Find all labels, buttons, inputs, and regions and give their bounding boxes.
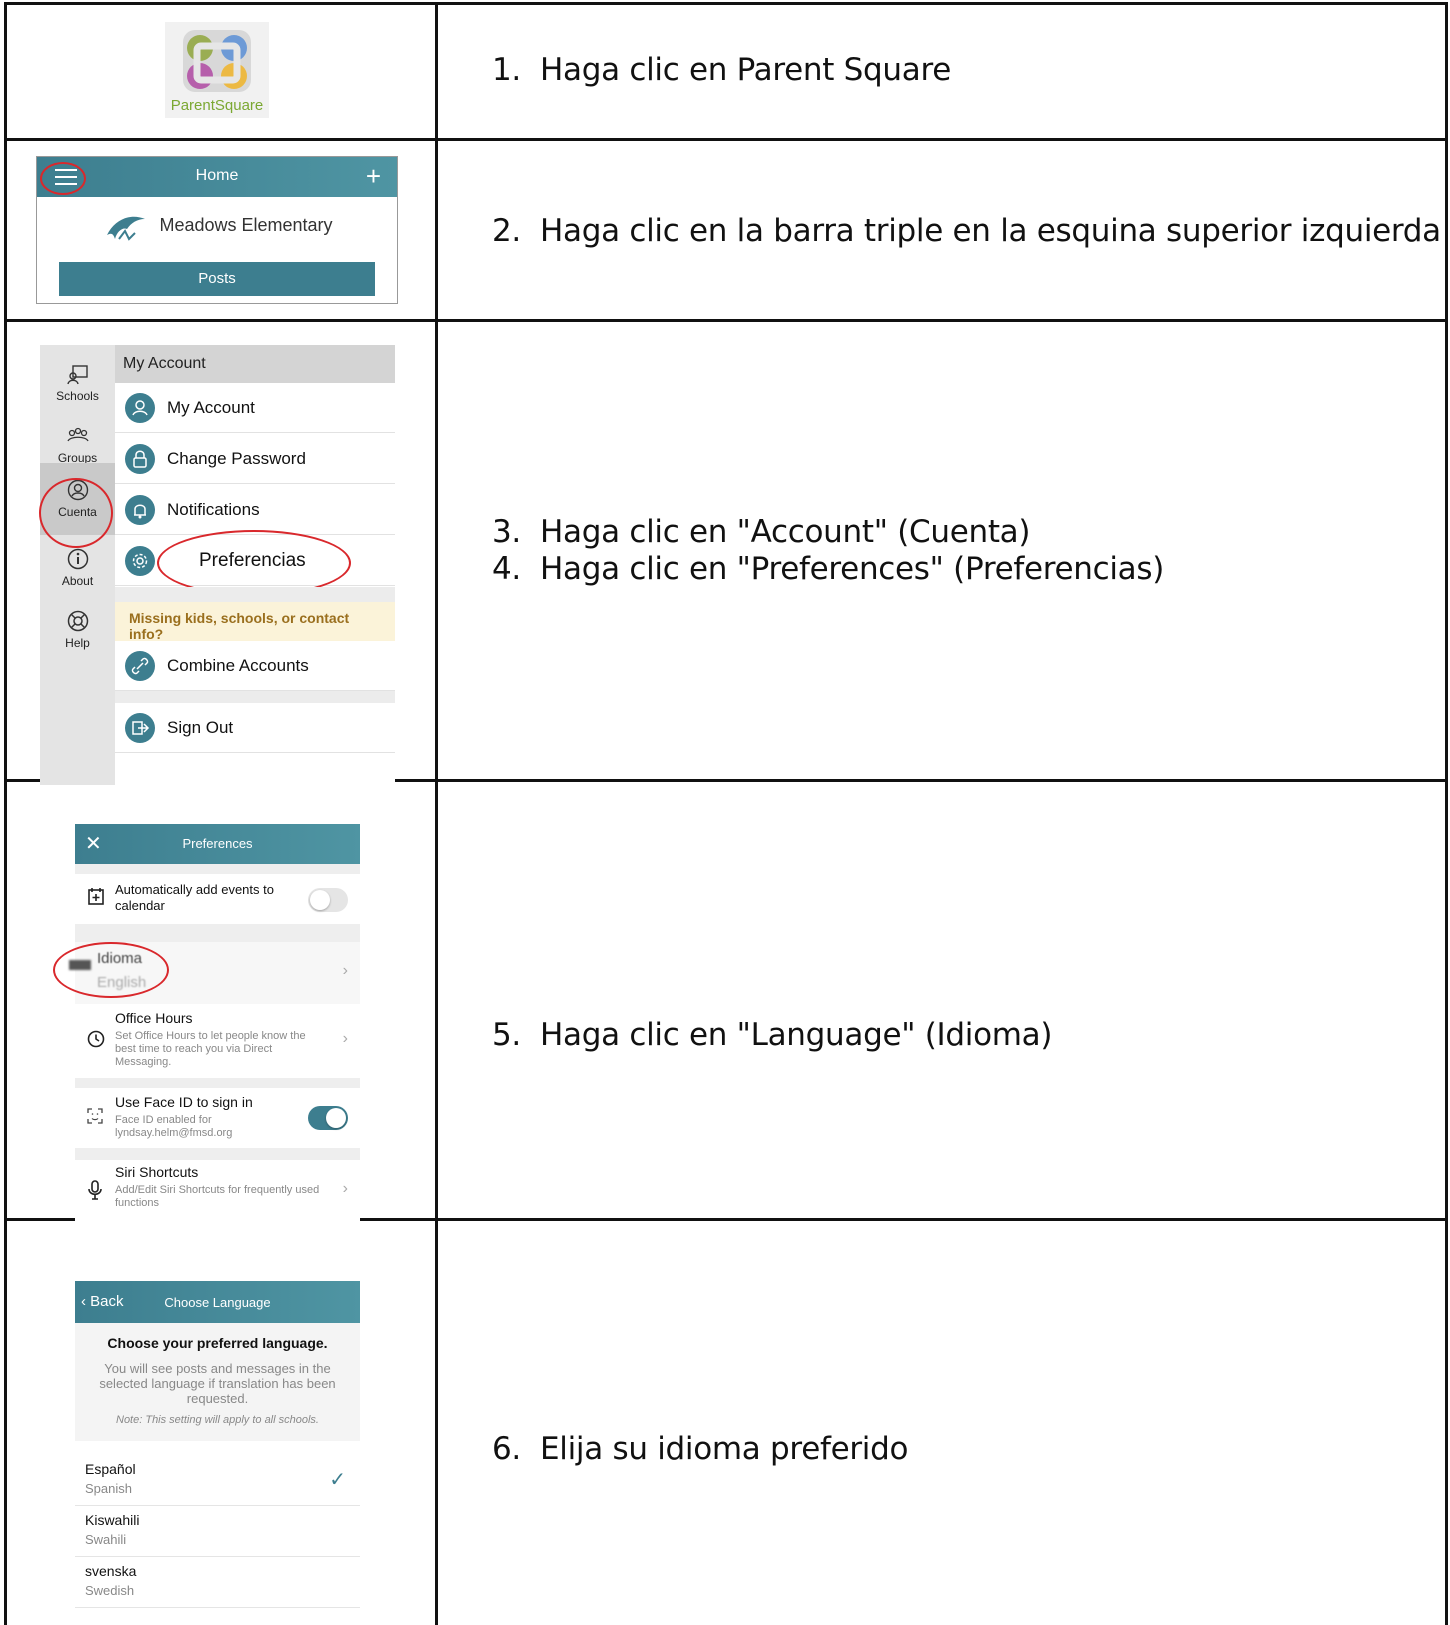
column-divider (435, 5, 438, 1625)
home-title: Home (195, 167, 239, 184)
language-option-kiswahili[interactable]: Kiswahili Swahili (75, 1506, 360, 1557)
auto-events-toggle[interactable] (308, 888, 348, 912)
posts-tab[interactable]: Posts (59, 262, 375, 296)
home-header-bar: Home + (37, 157, 397, 197)
language-note: Note: This setting will apply to all sch… (116, 1414, 319, 1426)
sidebar: Schools Groups Cuenta About Help (39, 345, 115, 785)
section-gap (75, 864, 360, 874)
language-info: Choose your preferred language. You will… (75, 1323, 360, 1441)
menu-item-notifications[interactable]: Notifications (115, 485, 395, 535)
chevron-right-icon: › (342, 962, 348, 979)
menu-item-combine-accounts[interactable]: Combine Accounts (115, 641, 395, 691)
language-english-name: Swedish (85, 1583, 135, 1598)
face-id-toggle[interactable] (308, 1106, 348, 1130)
language-option-svenska[interactable]: svenska Swedish (75, 1557, 360, 1608)
section-gap (115, 587, 395, 602)
language-header: ‹ Back Choose Language (75, 1281, 360, 1323)
office-hours-row[interactable]: Office Hours Set Office Hours to let peo… (75, 1004, 360, 1078)
menu-item-sign-out[interactable]: Sign Out (115, 703, 395, 753)
preferences-title: Preferences (182, 836, 253, 851)
face-id-label: Use Face ID to sign in (115, 1094, 253, 1110)
preferences-header: ✕ Preferences (75, 824, 360, 864)
language-english-name: Swahili (85, 1532, 127, 1547)
chevron-right-icon: › (342, 1030, 348, 1047)
parentsquare-logo-icon (183, 30, 251, 92)
language-heading: Choose your preferred language. (107, 1335, 328, 1351)
highlight-circle (53, 942, 169, 998)
face-id-description: Face ID enabled for lyndsay.helm@fmsd.or… (115, 1114, 233, 1139)
plus-icon[interactable]: + (366, 161, 381, 192)
language-native-name: svenska (85, 1563, 137, 1579)
section-gap (115, 691, 395, 703)
siri-shortcuts-description: Add/Edit Siri Shortcuts for frequently u… (115, 1184, 320, 1209)
auto-events-label: Automatically add events to calendar (115, 882, 274, 913)
language-english-name: Spanish (85, 1481, 132, 1496)
step-3: 3. Haga clic en "Account" (Cuenta) (492, 514, 1031, 550)
face-id-icon (87, 1108, 103, 1129)
clock-icon (87, 1030, 105, 1053)
step-6: 6. Elija su idioma preferido (492, 1431, 909, 1467)
step-2: 2. Haga clic en la barra triple en la esq… (492, 213, 1441, 249)
menu-item-label: My Account (167, 398, 255, 417)
section-gap (75, 1148, 360, 1160)
step-5: 5. Haga clic en "Language" (Idioma) (492, 1017, 1053, 1053)
school-name: Meadows Elementary (159, 215, 333, 235)
sidebar-label: Help (65, 636, 90, 650)
menu-item-label: Combine Accounts (167, 656, 309, 675)
office-hours-description: Set Office Hours to let people know the … (115, 1030, 306, 1068)
menu-item-label: Change Password (167, 449, 306, 468)
sidebar-item-groups[interactable]: Groups (40, 425, 115, 465)
language-row[interactable]: Idioma English › (53, 942, 360, 1004)
sidebar-item-schools[interactable]: Schools (40, 363, 115, 403)
schools-icon (66, 365, 88, 385)
home-screen-screenshot: Home + Meadows Elementary Posts (36, 156, 398, 304)
section-gap (75, 924, 360, 942)
step-4: 4. Haga clic en "Preferences" (Preferenci… (492, 551, 1165, 587)
parentsquare-label: ParentSquare (170, 97, 264, 114)
sidebar-item-help[interactable]: Help (40, 610, 115, 650)
preferences-screenshot: ✕ Preferences Automatically add events t… (53, 824, 360, 1234)
checkmark-icon: ✓ (329, 1469, 346, 1491)
language-native-name: Español (85, 1461, 136, 1477)
menu-item-preferencias[interactable]: Preferencias (115, 530, 395, 596)
highlight-circle (39, 478, 113, 548)
gear-icon (125, 546, 155, 576)
lock-icon (125, 444, 155, 474)
sign-out-icon (125, 713, 155, 743)
person-icon (125, 393, 155, 423)
language-option-espanol[interactable]: Español Spanish ✓ (75, 1455, 360, 1506)
choose-language-screenshot: ‹ Back Choose Language Choose your prefe… (75, 1281, 360, 1611)
step-1: 1. Haga clic en Parent Square (492, 52, 952, 88)
language-native-name: Kiswahili (85, 1512, 140, 1528)
bell-icon (125, 495, 155, 525)
section-gap (75, 1078, 360, 1088)
menu-item-label: Sign Out (167, 718, 234, 737)
sidebar-label: Schools (56, 389, 99, 403)
auto-events-row[interactable]: Automatically add events to calendar (75, 874, 360, 924)
parentsquare-app-icon[interactable]: ParentSquare (165, 22, 269, 118)
siri-shortcuts-row[interactable]: Siri Shortcuts Add/Edit Siri Shortcuts f… (75, 1160, 360, 1220)
menu-item-change-password[interactable]: Change Password (115, 434, 395, 484)
calendar-plus-icon (87, 886, 105, 911)
siri-shortcuts-label: Siri Shortcuts (115, 1164, 199, 1180)
info-icon (67, 548, 88, 570)
link-icon (125, 651, 155, 681)
chevron-right-icon: › (342, 1180, 348, 1197)
row-divider (7, 138, 1445, 141)
account-header: My Account (115, 345, 395, 383)
sidebar-item-about[interactable]: About (40, 548, 115, 588)
row-divider (7, 319, 1445, 322)
language-description: You will see posts and messages in the s… (99, 1361, 336, 1406)
sidebar-label: About (61, 574, 94, 588)
groups-icon (66, 427, 89, 442)
microphone-icon (87, 1180, 103, 1205)
language-title: Choose Language (164, 1295, 271, 1310)
account-menu-screenshot: Schools Groups Cuenta About Help My Acco… (39, 345, 395, 785)
menu-item-my-account[interactable]: My Account (115, 383, 395, 433)
office-hours-label: Office Hours (115, 1010, 193, 1026)
menu-item-label: Notifications (167, 500, 260, 519)
face-id-row[interactable]: Use Face ID to sign in Face ID enabled f… (75, 1088, 360, 1148)
lifebuoy-icon (67, 610, 88, 632)
